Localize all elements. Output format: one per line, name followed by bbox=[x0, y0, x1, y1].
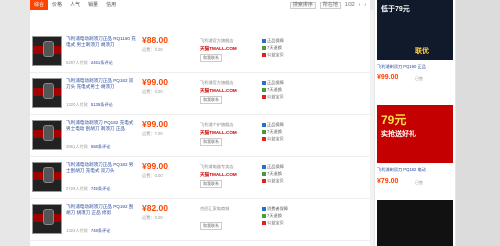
ad-price: ¥99.00 bbox=[377, 74, 399, 81]
product-meta: 2729人付款 745条评论 bbox=[66, 186, 111, 191]
product-image[interactable] bbox=[32, 204, 62, 234]
contact-button[interactable]: 和我联系 bbox=[200, 180, 222, 188]
charity-icon bbox=[262, 136, 266, 141]
product-image[interactable] bbox=[32, 162, 62, 192]
product-title[interactable]: 飞利浦电动剃须刀 PQ182 充电式男士电动 刮胡刀 剃须刀 正品 bbox=[66, 120, 136, 134]
reviews-link[interactable]: 5135条评论 bbox=[91, 102, 113, 107]
toolbar-right: 搜索排序 所在地 1/32 ‹ › bbox=[289, 1, 370, 9]
product-meta: 1320人付款 5135条评论 bbox=[66, 102, 113, 107]
product-title[interactable]: 飞利浦电动剃须刀正品 PQ192 刮胡刀 胡须刀 正品 修剪 bbox=[66, 204, 136, 218]
product-price: ¥99.00 bbox=[142, 77, 168, 87]
product-price: ¥88.00 bbox=[142, 35, 168, 45]
product-row[interactable]: 飞利浦电动剃须刀正品 RQ1160 充电式 男士剃须刀 胡须刀 5297人付款 2… bbox=[30, 31, 370, 73]
return-icon bbox=[262, 129, 266, 134]
reviews-link[interactable]: 2451条评论 bbox=[91, 60, 113, 65]
tab-sales[interactable]: 销量 bbox=[84, 0, 102, 10]
shipping-fee: 运费：0.00 bbox=[142, 215, 163, 220]
return-icon bbox=[262, 87, 266, 92]
contact-button[interactable]: 和我联系 bbox=[200, 222, 222, 230]
tmall-badge: 天猫TMALL.COM bbox=[200, 130, 237, 135]
shop-name[interactable]: 飞利浦电器专卖店 bbox=[200, 164, 246, 170]
page-margin bbox=[456, 0, 500, 246]
shop-name[interactable]: 杰民汇家电商城 bbox=[200, 206, 246, 212]
charity-icon bbox=[262, 94, 266, 99]
ad-banner[interactable]: 低于79元 联优 bbox=[377, 0, 453, 60]
contact-button[interactable]: 和我联系 bbox=[200, 96, 222, 104]
product-row[interactable]: 飞利浦电动剃须刀正品 PQ192 刮胡刀 胡须刀 正品 修剪 1324人付款 74… bbox=[30, 199, 370, 241]
product-price: ¥99.00 bbox=[142, 119, 168, 129]
location-select[interactable]: 所在地 bbox=[319, 1, 341, 9]
product-image[interactable] bbox=[32, 78, 62, 108]
product-title[interactable]: 飞利浦电动剃须刀正品 PQ182 男士刮胡刀 充电式 双刀头 bbox=[66, 162, 136, 176]
tmall-badge: 天猫TMALL.COM bbox=[200, 46, 237, 51]
product-row[interactable]: 飞利浦电动剃须刀正品 PQ182 双刀头 充电式男士 胡须刀 1320人付款 51… bbox=[30, 73, 370, 115]
ad-sold: 已售 bbox=[415, 180, 423, 185]
ad-sidebar: 低于79元 联优 飞利浦剃须刀 PQ190 正品 ¥99.00 已售 79元 实… bbox=[375, 0, 455, 246]
product-meta: 3961人付款 558条评论 bbox=[66, 144, 111, 149]
shop-name[interactable]: 飞利浦官方旗舰店 bbox=[200, 80, 246, 86]
guarantee-icon bbox=[262, 80, 266, 85]
service-tags: 消费者保障 7天退换 公益宝贝 bbox=[262, 205, 288, 226]
ad-banner[interactable] bbox=[377, 200, 453, 246]
ad-price: ¥79.00 bbox=[377, 178, 399, 185]
charity-icon bbox=[262, 52, 266, 57]
shop-name[interactable]: 飞利浦个护旗舰店 bbox=[200, 122, 246, 128]
guarantee-icon bbox=[262, 122, 266, 127]
product-price: ¥99.00 bbox=[142, 161, 168, 171]
product-title[interactable]: 飞利浦电动剃须刀正品 PQ182 双刀头 充电式男士 胡须刀 bbox=[66, 78, 136, 92]
shipping-fee: 运费：0.00 bbox=[142, 47, 163, 52]
product-image[interactable] bbox=[32, 36, 62, 66]
product-row[interactable]: 飞利浦电动剃须刀正品 PQ182 男士刮胡刀 充电式 双刀头 2729人付款 74… bbox=[30, 157, 370, 199]
reviews-link[interactable]: 558条评论 bbox=[91, 144, 111, 149]
ad-banner[interactable]: 79元 实抢送好礼 bbox=[377, 105, 453, 163]
tab-comprehensive[interactable]: 综合 bbox=[30, 0, 49, 10]
product-price: ¥82.00 bbox=[142, 203, 168, 213]
product-list: 飞利浦电动剃须刀正品 RQ1160 充电式 男士剃须刀 胡须刀 5297人付款 2… bbox=[30, 10, 370, 246]
charity-icon bbox=[262, 220, 266, 225]
service-tags: 正品保障 7天退换 公益宝贝 bbox=[262, 121, 284, 142]
contact-button[interactable]: 和我联系 bbox=[200, 54, 222, 62]
tmall-badge: 天猫TMALL.COM bbox=[200, 88, 237, 93]
return-icon bbox=[262, 213, 266, 218]
list-scrollbar[interactable] bbox=[370, 10, 374, 246]
service-tags: 正品保障 7天退换 公益宝贝 bbox=[262, 79, 284, 100]
prev-page-icon[interactable]: ‹ bbox=[359, 2, 361, 8]
ad-caption[interactable]: 飞利浦剃须刀 PQ190 正品 bbox=[377, 64, 453, 70]
reviews-link[interactable]: 745条评论 bbox=[91, 186, 111, 191]
page-indicator: 1/32 bbox=[344, 2, 355, 8]
guarantee-icon bbox=[262, 38, 266, 43]
tmall-badge: 天猫TMALL.COM bbox=[200, 172, 237, 177]
ad-sold: 已售 bbox=[415, 76, 423, 81]
charity-icon bbox=[262, 178, 266, 183]
return-icon bbox=[262, 45, 266, 50]
guarantee-icon bbox=[262, 206, 266, 211]
return-icon bbox=[262, 171, 266, 176]
reviews-link[interactable]: 748条评论 bbox=[91, 228, 111, 233]
tab-popularity[interactable]: 人气 bbox=[66, 0, 84, 10]
service-tags: 正品保障 7天退换 公益宝贝 bbox=[262, 163, 284, 184]
service-tags: 正品保障 7天退换 公益宝贝 bbox=[262, 37, 284, 58]
next-page-icon[interactable]: › bbox=[364, 2, 366, 8]
product-meta: 5297人付款 2451条评论 bbox=[66, 60, 113, 65]
ad-caption[interactable]: 飞利浦剃须刀 PQ182 电动 bbox=[377, 167, 453, 173]
product-row[interactable]: 飞利浦电动剃须刀 PQ182 充电式男士电动 刮胡刀 剃须刀 正品 3961人付… bbox=[30, 115, 370, 157]
shop-name[interactable]: 飞利浦官方旗舰店 bbox=[200, 38, 246, 44]
shipping-fee: 运费：7.00 bbox=[142, 131, 163, 136]
contact-button[interactable]: 和我联系 bbox=[200, 138, 222, 146]
shipping-fee: 运费：0.00 bbox=[142, 173, 163, 178]
product-image[interactable] bbox=[32, 120, 62, 150]
shipping-fee: 运费：0.00 bbox=[142, 89, 163, 94]
tab-credit[interactable]: 信用 bbox=[102, 0, 120, 10]
product-meta: 1324人付款 748条评论 bbox=[66, 228, 111, 233]
tab-price[interactable]: 价格 bbox=[48, 0, 66, 10]
product-title[interactable]: 飞利浦电动剃须刀正品 RQ1160 充电式 男士剃须刀 胡须刀 bbox=[66, 36, 136, 50]
sort-select[interactable]: 搜索排序 bbox=[289, 1, 316, 9]
guarantee-icon bbox=[262, 164, 266, 169]
